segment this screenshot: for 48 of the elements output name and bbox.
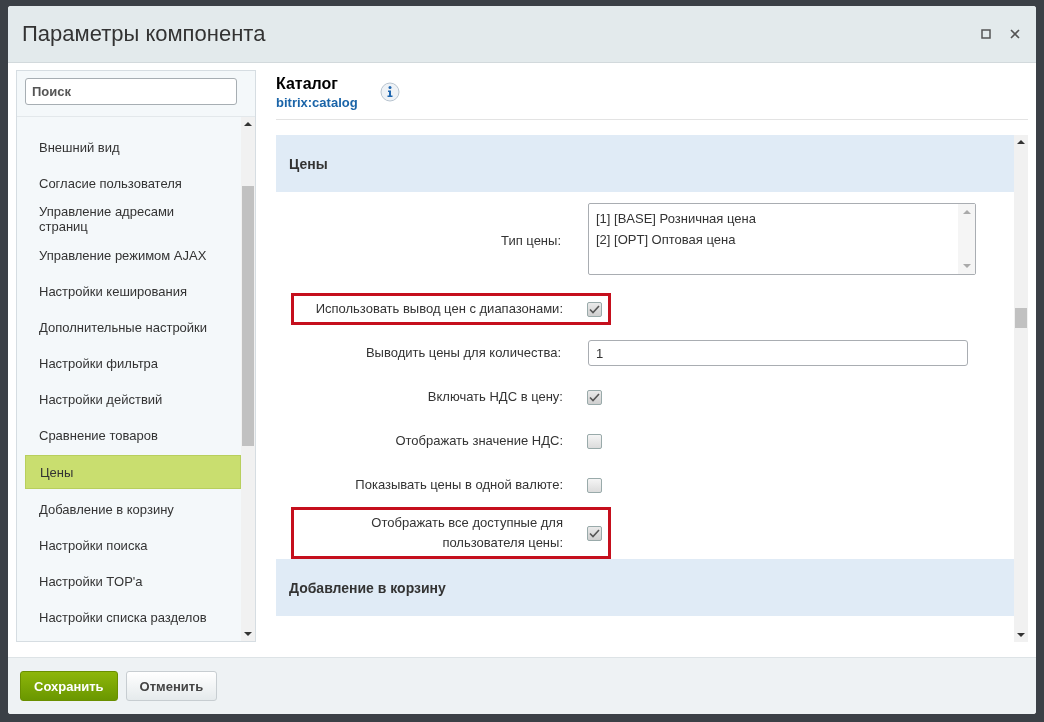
list-option[interactable]: [2] [OPT] Оптовая цена: [596, 229, 951, 250]
field-label: Тип цены:: [501, 232, 561, 250]
field-label: Отображать все доступные для пользователя цены:: [371, 514, 563, 552]
field-label: Выводить цены для количества:: [365, 344, 561, 362]
sidebar-item[interactable]: Управление режимом AJAX: [25, 239, 241, 271]
sidebar-item[interactable]: Настройки действий: [25, 383, 241, 415]
checkbox[interactable]: [587, 433, 602, 449]
sidebar-item[interactable]: Управление адресами страниц: [25, 203, 241, 235]
cancel-button[interactable]: Отменить: [125, 671, 218, 701]
sidebar-item[interactable]: Внешний вид: [25, 131, 241, 163]
scroll-up-icon[interactable]: [244, 121, 252, 127]
component-name: Каталог: [276, 75, 339, 93]
checkbox[interactable]: [587, 525, 602, 541]
list-option[interactable]: [1] [BASE] Розничная цена: [596, 208, 951, 229]
section-header[interactable]: Добавление в корзину: [276, 559, 1014, 616]
sidebar-item[interactable]: Дополнительные настройки: [25, 311, 241, 343]
maximize-icon[interactable]: [981, 29, 991, 39]
checkbox[interactable]: [587, 477, 602, 493]
sidebar-item[interactable]: Цены: [25, 455, 241, 489]
close-icon[interactable]: [1010, 29, 1020, 39]
component-code: bitrix:catalog: [276, 95, 358, 110]
search-field[interactable]: Поиск: [25, 78, 237, 105]
sidebar-item[interactable]: Настройки фильтра: [25, 347, 241, 379]
section-header[interactable]: Цены: [276, 135, 1014, 192]
sidebar-item[interactable]: Настройки TOP'а: [25, 565, 241, 597]
scrollbar[interactable]: [241, 117, 255, 641]
scrollbar[interactable]: [1014, 135, 1028, 642]
sidebar-item[interactable]: Настройки поиска: [25, 529, 241, 561]
scroll-down-icon[interactable]: [244, 631, 252, 637]
checkbox[interactable]: [587, 389, 602, 405]
field-label: Показывать цены в одной валюте:: [355, 476, 563, 494]
scroll-thumb[interactable]: [1015, 308, 1027, 328]
sidebar-item[interactable]: Сравнение товаров: [25, 419, 241, 451]
quantity-field[interactable]: 1: [588, 340, 968, 366]
sidebar-item[interactable]: Настройки кеширования: [25, 275, 241, 307]
sidebar-item[interactable]: Согласие пользователя: [25, 167, 241, 199]
field-label: Использовать вывод цен с диапазонами:: [315, 300, 563, 318]
field-label: Отображать значение НДС:: [395, 432, 563, 450]
scroll-down-icon[interactable]: [1017, 632, 1025, 638]
info-icon[interactable]: [379, 82, 400, 102]
scroll-up-icon[interactable]: [1017, 139, 1025, 145]
list-box[interactable]: [1] [BASE] Розничная цена [2] [OPT] Оптовая цена: [588, 203, 976, 275]
sidebar-item[interactable]: Настройки списка разделов: [25, 601, 241, 633]
checkbox[interactable]: [587, 301, 602, 317]
scroll-thumb[interactable]: [242, 186, 254, 446]
sidebar-item[interactable]: Добавление в корзину: [25, 493, 241, 525]
window-title: Параметры компонента: [22, 21, 267, 47]
field-label: Включать НДС в цену:: [427, 388, 563, 406]
